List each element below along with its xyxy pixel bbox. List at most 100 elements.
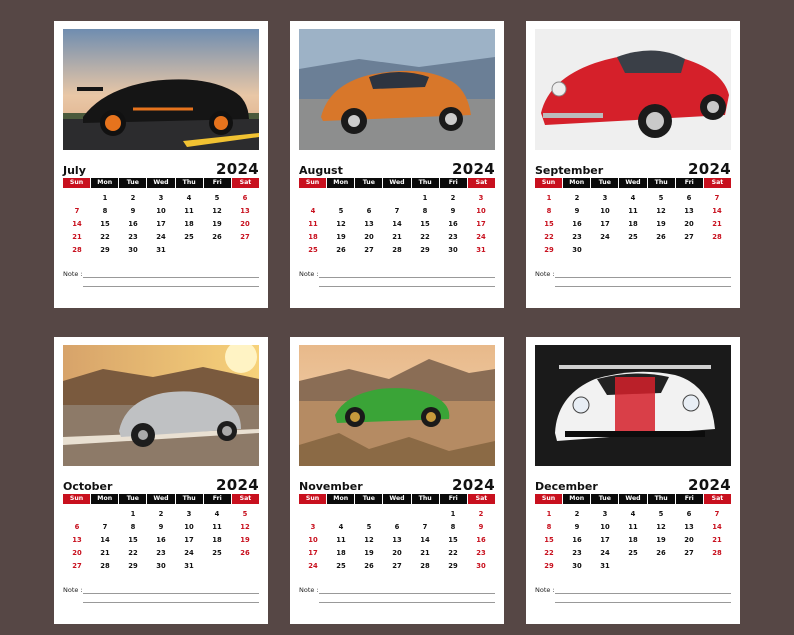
red-classic-porsche-911-photo (535, 29, 731, 150)
weekday-tue: Tue (591, 178, 619, 188)
date-cell: 28 (712, 549, 722, 557)
date-cell: 24 (308, 562, 318, 570)
date-cell: 7 (102, 523, 108, 531)
date-cell: 12 (364, 536, 374, 544)
month-card-august: August 2024 Sun Mon Tue Wed Thu Fri Sat 1 2 3 4 5 6 7 8 9… (290, 21, 504, 308)
date-cell: 11 (628, 523, 638, 531)
date-cell: 4 (186, 194, 192, 202)
date-cell: 23 (476, 549, 486, 557)
weekday-sat: Sat (231, 178, 259, 188)
date-cell: 11 (336, 536, 346, 544)
date-cell: 15 (448, 536, 458, 544)
date-cell: 23 (572, 233, 582, 241)
date-cell: 7 (422, 523, 428, 531)
date-cell: 8 (450, 523, 456, 531)
date-cell: 29 (100, 246, 110, 254)
weekday-wed: Wed (147, 178, 175, 188)
date-cell: 13 (364, 220, 374, 228)
note-line (555, 602, 731, 603)
weekday-fri: Fri (439, 494, 467, 504)
date-cell: 14 (72, 220, 82, 228)
date-cell: 2 (450, 194, 456, 202)
weekday-sun: Sun (299, 178, 327, 188)
month-header: August 2024 (299, 160, 495, 178)
date-cell: 16 (476, 536, 486, 544)
date-cell: 5 (242, 510, 248, 518)
date-cell: 22 (100, 233, 110, 241)
date-cell: 7 (74, 207, 80, 215)
weekday-wed: Wed (619, 178, 647, 188)
date-cell: 21 (712, 220, 722, 228)
date-cell: 27 (240, 233, 250, 241)
date-cell: 21 (712, 536, 722, 544)
date-cell: 18 (628, 536, 638, 544)
month-name: July (63, 164, 86, 177)
date-cell: 24 (184, 549, 194, 557)
date-cell: 10 (600, 207, 610, 215)
date-cell: 23 (156, 549, 166, 557)
date-cell: 8 (546, 523, 552, 531)
date-cell: 21 (420, 549, 430, 557)
date-cell: 18 (628, 220, 638, 228)
date-cell: 9 (574, 523, 580, 531)
weekday-sat: Sat (467, 178, 495, 188)
note-line (83, 286, 259, 287)
weekday-thu: Thu (411, 494, 439, 504)
white-porsche-rsr-race-car-photo (535, 345, 731, 466)
date-cell: 28 (392, 246, 402, 254)
empty-cell (63, 192, 91, 205)
weekday-mon: Mon (91, 178, 119, 188)
date-cell: 26 (364, 562, 374, 570)
date-cell: 23 (572, 549, 582, 557)
note-label: Note : (535, 270, 555, 278)
date-grid: 1 2 3 4 5 6 7 8 9 10 11 12 13 14 15 16 17 18 19 20 21 22 23 24 2… (299, 508, 495, 573)
year-label: 2024 (452, 160, 495, 178)
weekday-header-row: Sun Mon Tue Wed Thu Fri Sat (535, 178, 731, 188)
date-cell: 4 (630, 194, 636, 202)
date-cell: 13 (392, 536, 402, 544)
date-cell: 1 (450, 510, 456, 518)
date-cell: 8 (130, 523, 136, 531)
date-cell: 10 (476, 207, 486, 215)
weekday-tue: Tue (119, 494, 147, 504)
date-cell: 21 (72, 233, 82, 241)
month-header: July 2024 (63, 160, 259, 178)
weekday-header-row: Sun Mon Tue Wed Thu Fri Sat (63, 494, 259, 504)
date-cell: 9 (158, 523, 164, 531)
note-label: Note : (63, 586, 83, 594)
date-cell: 8 (546, 207, 552, 215)
date-cell: 20 (392, 549, 402, 557)
empty-cell (327, 508, 355, 521)
date-cell: 12 (336, 220, 346, 228)
note-line (555, 593, 731, 594)
date-cell: 2 (158, 510, 164, 518)
weekday-thu: Thu (647, 494, 675, 504)
date-cell: 20 (684, 220, 694, 228)
weekday-tue: Tue (355, 494, 383, 504)
weekday-header-row: Sun Mon Tue Wed Thu Fri Sat (299, 178, 495, 188)
date-cell: 4 (214, 510, 220, 518)
date-cell: 27 (364, 246, 374, 254)
month-header: November 2024 (299, 476, 495, 494)
date-cell: 30 (476, 562, 486, 570)
date-cell: 24 (476, 233, 486, 241)
date-grid: 1 2 3 4 5 6 7 8 9 10 11 12 13 14 15 16 17 18 19 20 21 22 23 24 2… (535, 508, 731, 573)
weekday-sun: Sun (535, 494, 563, 504)
date-cell: 17 (600, 220, 610, 228)
date-cell: 19 (336, 233, 346, 241)
weekday-sat: Sat (703, 494, 731, 504)
date-cell: 3 (602, 510, 608, 518)
date-cell: 29 (544, 246, 554, 254)
month-header: October 2024 (63, 476, 259, 494)
empty-cell (383, 508, 411, 521)
date-cell: 10 (156, 207, 166, 215)
weekday-thu: Thu (647, 178, 675, 188)
weekday-fri: Fri (203, 494, 231, 504)
date-cell: 13 (72, 536, 82, 544)
date-cell: 7 (714, 510, 720, 518)
date-cell: 11 (628, 207, 638, 215)
date-cell: 12 (656, 207, 666, 215)
date-cell: 9 (130, 207, 136, 215)
date-cell: 17 (184, 536, 194, 544)
date-cell: 26 (240, 549, 250, 557)
